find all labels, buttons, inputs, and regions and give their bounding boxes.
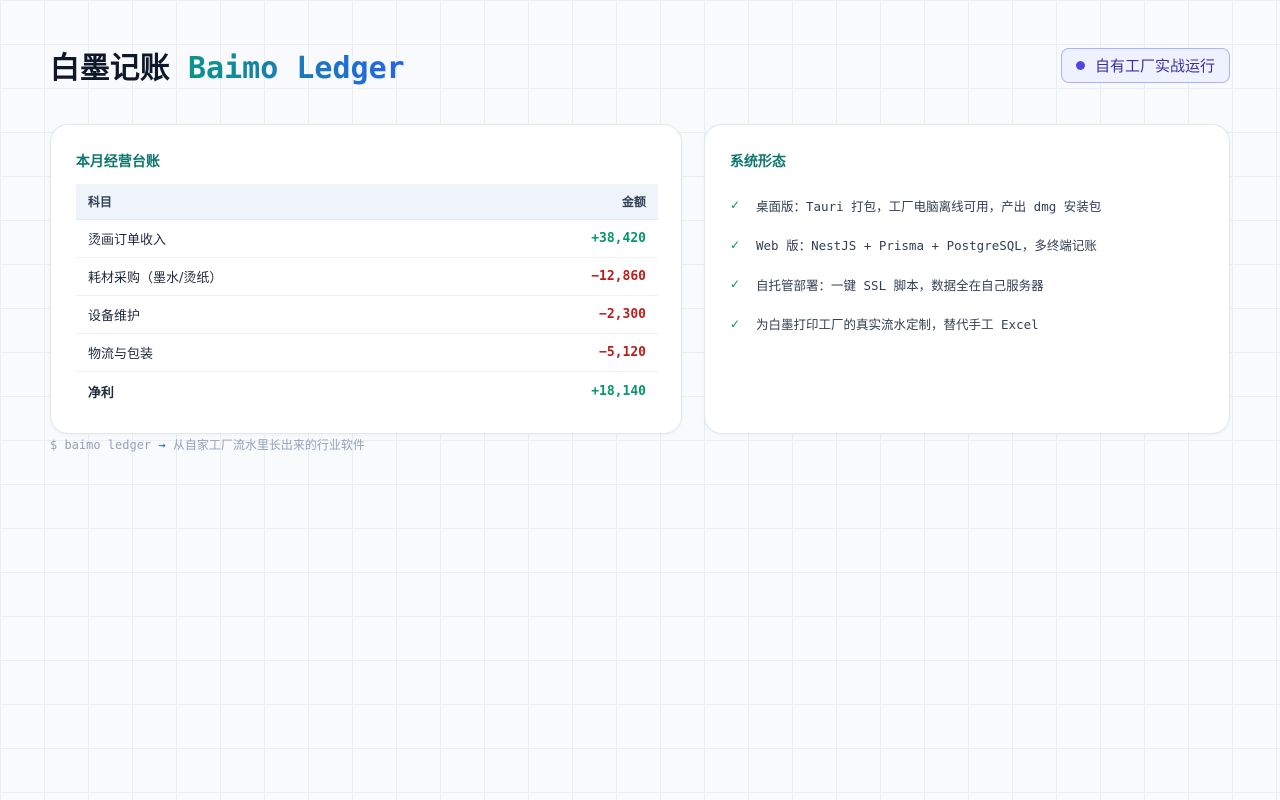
ledger-card: 本月经营台账 科目 金额 烫画订单收入 +38,420 耗材采购（墨水/烫纸） … (50, 124, 682, 434)
list-item: ✓ 为白墨打印工厂的真实流水定制，替代手工 Excel (730, 314, 1101, 334)
feature-text: Web 版：NestJS + Prisma + PostgreSQL，多终端记账 (756, 238, 1097, 253)
title-english: Baimo Ledger (188, 51, 405, 86)
table-row: 耗材采购（墨水/烫纸） −12,860 (76, 258, 658, 296)
row-amount: −5,120 (599, 345, 646, 360)
footer-command: $ baimo ledger (50, 438, 152, 452)
list-item: ✓ 自托管部署：一键 SSL 脚本，数据全在自己服务器 (730, 274, 1101, 294)
page-header: 白墨记账 Baimo Ledger 自有工厂实战运行 (50, 40, 1230, 90)
feature-list: ✓ 桌面版：Tauri 打包，工厂电脑离线可用，产出 dmg 安装包 ✓ Web… (730, 195, 1101, 353)
row-label: 烫画订单收入 (88, 233, 167, 248)
feature-text: 自托管部署：一键 SSL 脚本，数据全在自己服务器 (756, 277, 1044, 293)
ledger-table: 科目 金额 烫画订单收入 +38,420 耗材采购（墨水/烫纸） −12,860… (76, 184, 658, 410)
table-row: 烫画订单收入 +38,420 (76, 220, 658, 258)
list-item: ✓ Web 版：NestJS + Prisma + PostgreSQL，多终端… (730, 235, 1101, 255)
system-card: 系统形态 ✓ 桌面版：Tauri 打包，工厂电脑离线可用，产出 dmg 安装包 … (704, 124, 1230, 434)
ledger-table-header: 科目 金额 (76, 184, 658, 220)
footer-text: 从自家工厂流水里长出来的行业软件 (172, 438, 365, 452)
table-row: 物流与包装 −5,120 (76, 334, 658, 372)
footer-tagline: $ baimo ledger → 从自家工厂流水里长出来的行业软件 (50, 436, 365, 453)
row-label: 耗材采购（墨水/烫纸） (88, 271, 223, 286)
status-badge-label: 自有工厂实战运行 (1094, 56, 1215, 75)
page-title: 白墨记账 Baimo Ledger (50, 43, 405, 87)
net-profit-row: 净利 +18,140 (76, 372, 658, 410)
row-amount: +38,420 (591, 231, 646, 246)
title-chinese: 白墨记账 (50, 51, 170, 86)
feature-text: 桌面版：Tauri 打包，工厂电脑离线可用，产出 dmg 安装包 (756, 198, 1102, 214)
check-icon: ✓ (730, 316, 741, 331)
arrow-right-icon: → (158, 438, 166, 452)
ledger-title: 本月经营台账 (76, 154, 160, 170)
status-badge: 自有工厂实战运行 (1060, 47, 1230, 83)
check-icon: ✓ (730, 198, 741, 212)
row-label: 设备维护 (88, 309, 141, 324)
column-header-amount: 金额 (621, 195, 646, 209)
table-row: 设备维护 −2,300 (76, 296, 658, 334)
column-header-item: 科目 (88, 195, 113, 209)
check-icon: ✓ (730, 277, 741, 291)
row-label: 物流与包装 (88, 347, 154, 362)
list-item: ✓ 桌面版：Tauri 打包，工厂电脑离线可用，产出 dmg 安装包 (730, 195, 1101, 215)
status-dot-icon (1075, 60, 1085, 70)
row-amount: −2,300 (599, 307, 646, 322)
row-label: 净利 (88, 385, 115, 401)
feature-text: 为白墨打印工厂的真实流水定制，替代手工 Excel (756, 317, 1039, 332)
check-icon: ✓ (730, 237, 741, 252)
row-amount: +18,140 (591, 383, 646, 399)
system-title: 系统形态 (730, 154, 786, 170)
row-amount: −12,860 (591, 269, 646, 284)
